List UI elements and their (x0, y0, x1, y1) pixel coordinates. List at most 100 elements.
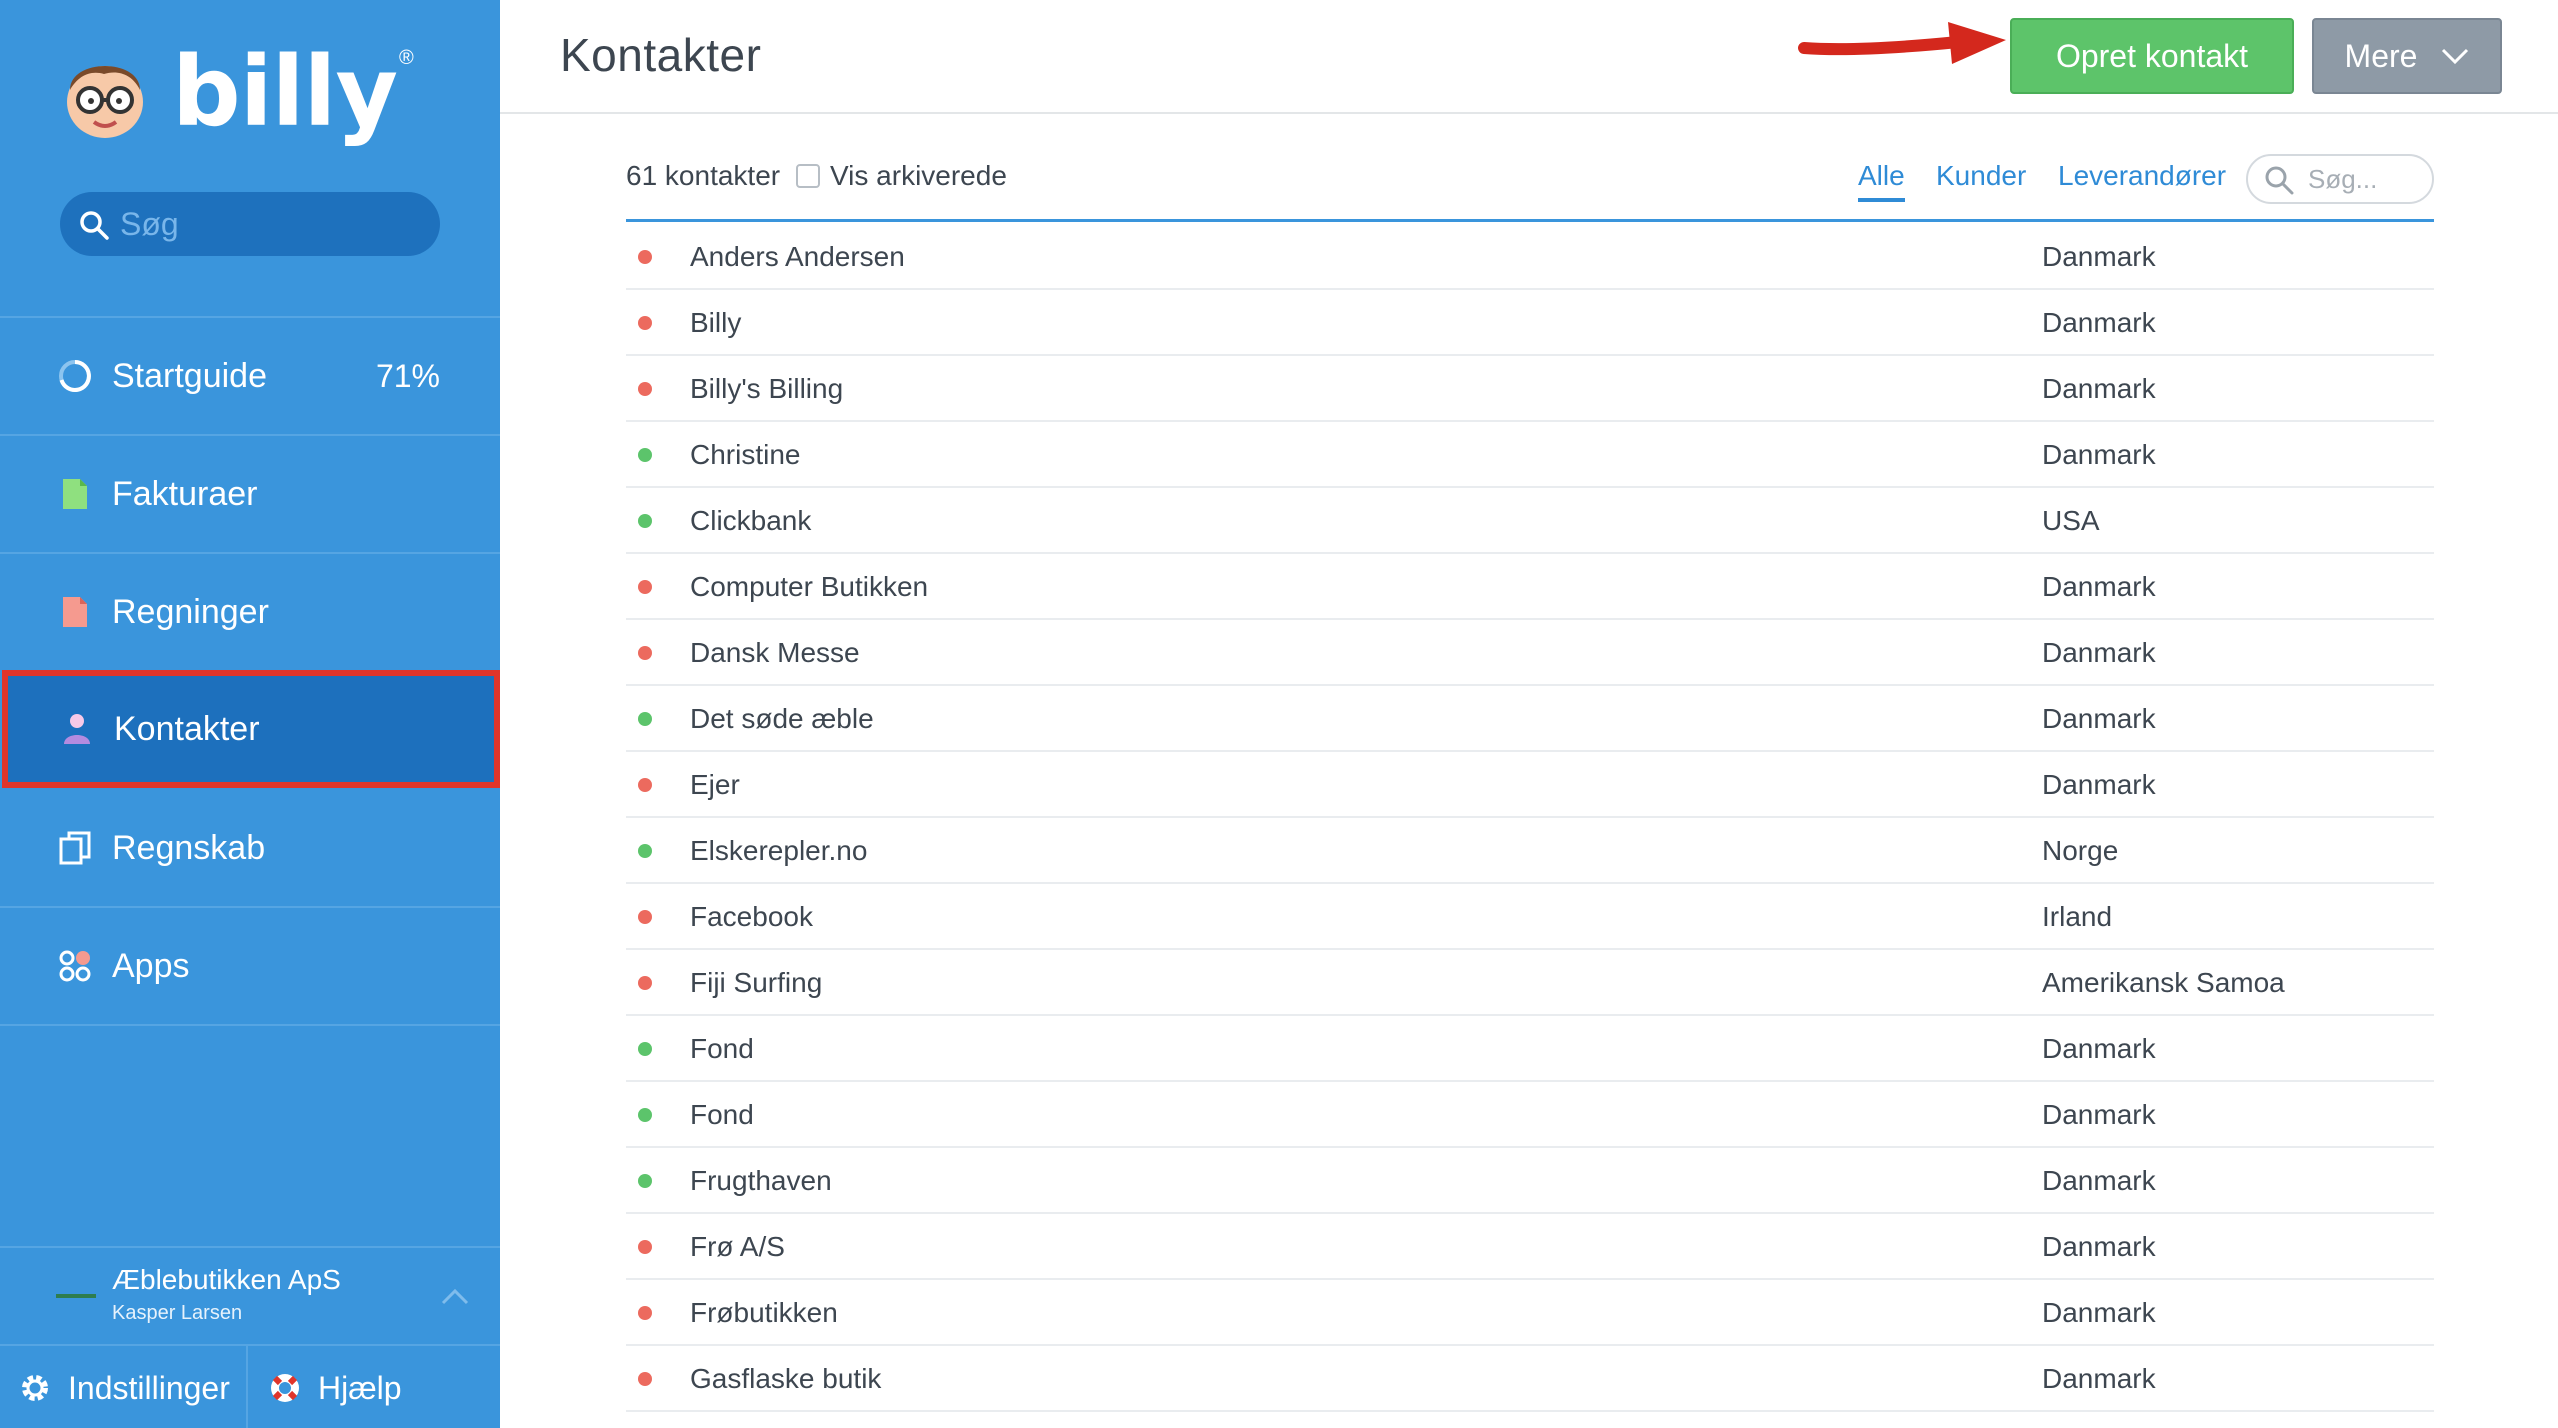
sidebar-item-regnskab[interactable]: Regnskab (0, 790, 500, 906)
table-row[interactable]: Gasflaske butik Danmark (626, 1346, 2434, 1412)
startguide-progress: 71% (375, 357, 440, 394)
contact-name[interactable]: Fiji Surfing (690, 967, 822, 999)
contact-search[interactable] (2246, 154, 2434, 204)
table-row[interactable]: Fond Danmark (626, 1082, 2434, 1148)
table-row[interactable]: Ejer Danmark (626, 752, 2434, 818)
create-contact-button[interactable]: Opret kontakt (2010, 18, 2294, 94)
sidebar-item-label: Regninger (112, 592, 269, 631)
table-row[interactable]: Fiji Surfing Amerikansk Samoa (626, 950, 2434, 1016)
contact-name[interactable]: Facebook (690, 901, 813, 933)
table-row[interactable]: Facebook Irland (626, 884, 2434, 950)
table-row[interactable]: Frugthaven Danmark (626, 1148, 2434, 1214)
contact-country: Danmark (2042, 241, 2156, 272)
invoice-icon (56, 475, 94, 513)
company-logo (56, 1294, 96, 1298)
status-dot-icon (638, 910, 652, 924)
filter-tab-leverandorer[interactable]: Leverandører (2058, 160, 2226, 192)
table-row[interactable]: Frø A/S Danmark (626, 1214, 2434, 1280)
contact-search-input[interactable] (2308, 163, 2418, 195)
status-dot-icon (638, 1042, 652, 1056)
status-dot-icon (638, 580, 652, 594)
contact-country: Danmark (2042, 439, 2156, 470)
table-row[interactable]: Fond Danmark (626, 1016, 2434, 1082)
contacts-toolbar: 61 kontakter Vis arkiverede Alle Kunder … (626, 146, 2434, 222)
status-dot-icon (638, 448, 652, 462)
more-button-label: Mere (2344, 37, 2418, 74)
help-button[interactable]: Hjælp (248, 1346, 402, 1428)
settings-button[interactable]: Indstillinger (0, 1346, 248, 1428)
table-row[interactable]: Dansk Messe Danmark (626, 620, 2434, 686)
contact-name[interactable]: Clickbank (690, 505, 811, 537)
contact-name[interactable]: Frøbutikken (690, 1297, 838, 1329)
sidebar-item-apps[interactable]: Apps (0, 908, 500, 1024)
status-dot-icon (638, 646, 652, 660)
sidebar-footer: Indstillinger Hjælp (0, 1344, 500, 1428)
contact-name[interactable]: Det søde æble (690, 703, 874, 735)
status-dot-icon (638, 976, 652, 990)
status-dot-icon (638, 250, 652, 264)
table-row[interactable]: Clickbank USA (626, 488, 2434, 554)
contact-name[interactable]: Fond (690, 1099, 754, 1131)
table-row[interactable]: Computer Butikken Danmark (626, 554, 2434, 620)
gear-icon (22, 1375, 48, 1401)
table-row[interactable]: Det søde æble Danmark (626, 686, 2434, 752)
status-dot-icon (638, 316, 652, 330)
contact-name[interactable]: Elskerepler.no (690, 835, 867, 867)
contact-country: Danmark (2042, 1165, 2156, 1196)
filter-tab-kunder[interactable]: Kunder (1936, 160, 2026, 192)
table-row[interactable]: Billy Danmark (626, 290, 2434, 356)
status-dot-icon (638, 778, 652, 792)
settings-label: Indstillinger (68, 1369, 230, 1406)
lifebuoy-icon (271, 1374, 299, 1402)
contact-name[interactable]: Anders Andersen (690, 241, 905, 273)
sidebar-item-kontakter[interactable]: Kontakter (2, 670, 500, 788)
sidebar-search[interactable] (60, 192, 440, 256)
sidebar-search-input[interactable] (120, 205, 400, 243)
contact-name[interactable]: Ejer (690, 769, 740, 801)
company-name: Æblebutikken ApS (112, 1264, 341, 1295)
contact-country: Danmark (2042, 769, 2156, 800)
contact-country: Danmark (2042, 307, 2156, 338)
sidebar-item-regninger[interactable]: Regninger (0, 554, 500, 670)
page-title: Kontakter (560, 29, 762, 81)
more-dropdown-button[interactable]: Mere (2312, 18, 2502, 94)
contact-name[interactable]: Computer Butikken (690, 571, 928, 603)
contact-name[interactable]: Christine (690, 439, 800, 471)
filter-tab-alle[interactable]: Alle (1858, 160, 1905, 202)
contact-name[interactable]: Fond (690, 1033, 754, 1065)
logo[interactable]: billy ® (60, 42, 414, 142)
status-dot-icon (638, 712, 652, 726)
contact-name[interactable]: Frø A/S (690, 1231, 785, 1263)
contact-country: Amerikansk Samoa (2042, 967, 2285, 998)
contact-name[interactable]: Frugthaven (690, 1165, 832, 1197)
show-archived-toggle[interactable]: Vis arkiverede (796, 160, 1007, 192)
sidebar-item-label: Regnskab (112, 828, 266, 867)
contact-country: Danmark (2042, 1099, 2156, 1130)
table-row[interactable]: Anders Andersen Danmark (626, 224, 2434, 290)
contact-name[interactable]: Billy (690, 307, 741, 339)
sidebar-item-label: Apps (112, 946, 190, 985)
sidebar: billy ® Startguide 71% Fakturaer Regn (0, 0, 500, 1428)
sidebar-item-startguide[interactable]: Startguide 71% (0, 318, 500, 434)
sidebar-item-fakturaer[interactable]: Fakturaer (0, 436, 500, 552)
status-dot-icon (638, 382, 652, 396)
contact-country: Danmark (2042, 703, 2156, 734)
contacts-table: Anders Andersen Danmark Billy Danmark Billy'… (626, 224, 2434, 1412)
table-row[interactable]: Elskerepler.no Norge (626, 818, 2434, 884)
contact-country: Danmark (2042, 373, 2156, 404)
chevron-down-icon (2442, 48, 2469, 65)
page-header: Kontakter Opret kontakt Mere (500, 0, 2558, 114)
show-archived-checkbox[interactable] (796, 164, 820, 188)
table-row[interactable]: Christine Danmark (626, 422, 2434, 488)
red-arrow-annotation (1798, 22, 2006, 64)
contact-name[interactable]: Billy's Billing (690, 373, 843, 405)
table-row[interactable]: Billy's Billing Danmark (626, 356, 2434, 422)
contact-count: 61 kontakter (626, 160, 781, 191)
contact-country: Danmark (2042, 1297, 2156, 1328)
contact-name[interactable]: Gasflaske butik (690, 1363, 881, 1395)
contact-country: Irland (2042, 901, 2113, 932)
help-label: Hjælp (318, 1369, 402, 1406)
table-row[interactable]: Frøbutikken Danmark (626, 1280, 2434, 1346)
contact-name[interactable]: Dansk Messe (690, 637, 860, 669)
company-switcher[interactable]: Æblebutikken ApS Kasper Larsen (0, 1246, 500, 1344)
